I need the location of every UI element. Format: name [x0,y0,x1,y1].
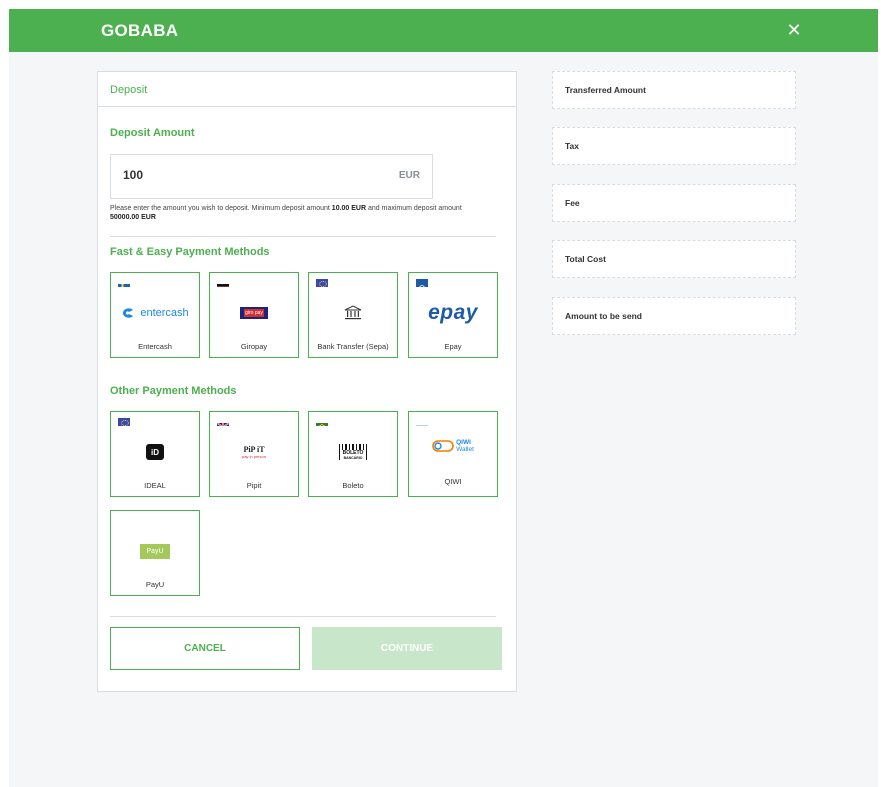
entercash-mark-icon [123,308,134,318]
summary-total-cost: Total Cost [552,240,796,278]
cancel-button[interactable]: CANCEL [110,627,300,670]
deposit-card-title: Deposit [110,84,148,96]
qiwi-logo-subtext: Wallet [456,446,474,453]
payment-method-name: Giropay [240,342,268,351]
summary-fee: Fee [552,184,796,222]
summary-transferred-amount: Transferred Amount [552,71,796,109]
min-amount: 10.00 EUR [331,205,367,212]
payment-method-ideal[interactable]: iD IDEAL [110,411,200,497]
payment-method-entercash[interactable]: entercash Entercash [110,272,200,358]
payment-method-epay[interactable]: epay Epay [408,272,498,358]
deposit-card-header: Deposit [98,72,516,107]
boleto-logo: BOLETO BANCÁRIO [309,438,397,466]
payment-method-name: QIWI [444,477,462,486]
payment-method-name: Boleto [342,481,364,490]
payment-method-name: PayU [145,580,165,589]
close-icon[interactable]: ✕ [785,19,803,41]
brand-logo: GOBABA [101,21,179,40]
summary-label: Tax [565,141,580,151]
summary-label: Total Cost [565,254,606,264]
divider [110,236,496,237]
deposit-card: Deposit Deposit Amount EUR Please enter … [97,71,517,692]
other-methods-title: Other Payment Methods [110,385,237,397]
ideal-logo: iD [111,438,199,466]
amount-help-text: Please enter the amount you wish to depo… [110,205,462,221]
epay-logo-text: epay [428,301,478,324]
payment-method-giropay[interactable]: giro pay Giropay [209,272,299,358]
eu-flag-icon [316,279,328,287]
brazil-flag-icon [316,418,328,426]
amount-input[interactable] [123,168,323,182]
giropay-logo-text: giro pay [244,309,264,317]
payment-method-name: Entercash [138,342,172,351]
bank-icon [309,299,397,327]
sweden-flag-icon [118,279,130,287]
qiwi-logo-text: QIWI [456,439,471,446]
pipit-logo-text: PiP iT [243,445,265,454]
amount-currency: EUR [398,170,420,181]
summary-label: Amount to be send [565,311,642,321]
giropay-logo: giro pay [210,299,298,327]
divider [110,616,496,617]
summary-tax: Tax [552,127,796,165]
qiwi-mark-icon [432,440,454,452]
payu-logo: PayU [111,537,199,565]
max-amount: 50000.00 EUR [110,213,156,221]
payment-method-name: IDEAL [144,481,166,490]
fast-methods-title: Fast & Easy Payment Methods [110,246,270,258]
epay-badge-icon [416,279,428,287]
payment-method-qiwi[interactable]: QIWI Wallet QIWI [408,411,498,497]
eu-flag-icon [118,418,130,426]
payment-method-boleto[interactable]: BOLETO BANCÁRIO Boleto [308,411,398,497]
boleto-logo-subtext: BANCÁRIO [343,456,363,460]
uk-flag-icon [217,418,229,426]
poland-flag-icon [118,517,130,525]
page: GOBABA ✕ Deposit Deposit Amount EUR Plea… [9,9,878,787]
epay-logo: epay [409,299,497,327]
entercash-logo: entercash [111,299,199,327]
payment-method-name: Bank Transfer (Sepa) [317,342,389,351]
payment-method-payu[interactable]: PayU PayU [110,510,200,596]
payment-method-name: Epay [444,342,462,351]
summary-label: Fee [565,198,580,208]
russia-flag-icon [416,418,428,426]
payment-method-name: Pipit [246,481,262,490]
continue-button[interactable]: CONTINUE [312,627,502,670]
summary-amount-to-send: Amount to be send [552,297,796,335]
pipit-logo-subtext: pay in person [241,454,266,459]
summary-label: Transferred Amount [565,85,646,95]
ideal-logo-text: iD [151,447,159,457]
top-bar: GOBABA ✕ [9,9,878,52]
payment-method-bank-transfer[interactable]: Bank Transfer (Sepa) [308,272,398,358]
entercash-logo-text: entercash [140,307,189,319]
payment-method-pipit[interactable]: PiP iT pay in person Pipit [209,411,299,497]
pipit-logo: PiP iT pay in person [210,438,298,466]
germany-flag-icon [217,279,229,287]
deposit-amount-title: Deposit Amount [110,127,195,139]
payu-logo-text: PayU [146,547,164,555]
amount-field[interactable]: EUR [110,154,433,199]
qiwi-logo: QIWI Wallet [409,432,497,460]
